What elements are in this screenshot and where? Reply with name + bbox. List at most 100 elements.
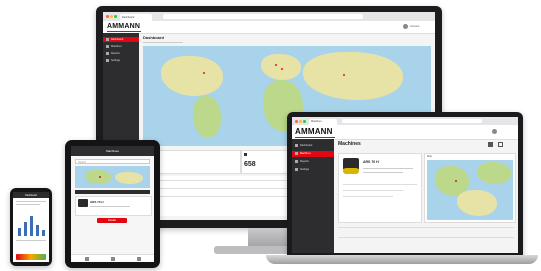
brand-logo: AMMANN (107, 23, 141, 30)
machine-detail-line (363, 172, 403, 173)
land-europe (85, 170, 111, 184)
tablet-screen: Machines Search ARS 70 H Details (71, 146, 154, 262)
chart-bars-icon (106, 51, 109, 55)
phone-bar-chart (16, 210, 46, 236)
stat-value: 658 (244, 161, 256, 168)
chart-bar (24, 222, 27, 236)
app-header: AMMANN (292, 125, 518, 140)
machine-location-map[interactable] (427, 160, 513, 220)
machine-icon (244, 153, 247, 156)
browser-tab[interactable]: Dashboard (120, 14, 152, 21)
sidebar-item-settings[interactable]: Settings (103, 58, 139, 63)
map-pin[interactable] (281, 68, 283, 70)
land-south-america (193, 96, 221, 138)
sidebar-item-machines[interactable]: Machines (292, 151, 334, 157)
window-maximize-dot-icon[interactable] (303, 120, 306, 123)
app-header: AMMANN Account (103, 21, 435, 34)
search-input[interactable]: Search (75, 159, 150, 164)
grid-view-icon[interactable] (488, 142, 493, 147)
address-bar[interactable] (163, 14, 363, 19)
window-minimize-dot-icon[interactable] (299, 120, 302, 123)
user-avatar-icon[interactable] (403, 24, 408, 29)
laptop-base (266, 255, 538, 264)
sidebar-item-label: Reports (300, 160, 309, 163)
sidebar-item-machines[interactable]: Machines (103, 44, 139, 49)
machine-detail-line (343, 184, 417, 185)
sidebar-item-dashboard[interactable]: Dashboard (103, 37, 139, 42)
map-pin[interactable] (99, 176, 101, 178)
window-close-dot-icon[interactable] (295, 120, 298, 123)
laptop-screen: Machines AMMANN Dashboard Machines Repor… (292, 117, 518, 253)
machine-card[interactable]: ARS 70 H (338, 153, 422, 223)
chart-bar (30, 216, 33, 236)
sidebar-item-label: Machines (300, 152, 311, 155)
sidebar-item-label: Reports (111, 52, 120, 55)
sidebar-item-dashboard[interactable]: Dashboard (292, 143, 334, 149)
map-card: Map (424, 153, 516, 223)
roller-machine-icon (78, 199, 88, 207)
land-asia (115, 172, 143, 184)
user-avatar-icon[interactable] (492, 129, 497, 134)
table-row[interactable] (338, 227, 514, 228)
grid-icon (295, 143, 298, 147)
sidebar: Dashboard Machines Reports Settings (292, 139, 334, 253)
sidebar-item-label: Dashboard (300, 144, 313, 147)
sidebar-item-reports[interactable]: Reports (292, 159, 334, 165)
brand-logo-underline (107, 31, 141, 32)
settings-icon[interactable] (137, 257, 141, 261)
sidebar-item-reports[interactable]: Reports (103, 51, 139, 56)
map-pin[interactable] (203, 72, 205, 74)
roller-machine-icon (295, 151, 298, 155)
page-title: Dashboard (143, 35, 164, 40)
list-icon[interactable] (111, 257, 115, 261)
land-africa (457, 190, 497, 216)
page-title: Machines (338, 141, 361, 147)
phone-text-line (16, 204, 40, 205)
sidebar-item-label: Settings (300, 168, 310, 171)
window-close-dot-icon[interactable] (106, 15, 109, 18)
tablet-title: Machines (106, 149, 119, 153)
chart-bar (36, 225, 39, 236)
account-label[interactable]: Account (410, 25, 419, 28)
land-asia (477, 162, 511, 184)
table-row[interactable] (338, 237, 514, 238)
map-pin[interactable] (275, 64, 277, 66)
filter-row (143, 42, 183, 43)
sidebar-item-label: Dashboard (111, 38, 124, 41)
address-bar[interactable] (342, 119, 482, 123)
status-gradient-bar (16, 254, 46, 260)
map-pin[interactable] (343, 74, 345, 76)
roller-drum (343, 168, 359, 174)
machine-card[interactable]: ARS 70 H (75, 196, 152, 216)
browser-toolbar: Dashboard (103, 12, 435, 21)
phone-title: Dashboard (25, 193, 37, 197)
map-pin[interactable] (455, 180, 457, 182)
sidebar-item-settings[interactable]: Settings (292, 167, 334, 173)
window-minimize-dot-icon[interactable] (110, 15, 113, 18)
window-maximize-dot-icon[interactable] (114, 15, 117, 18)
machine-title: ARS 70 H (363, 160, 379, 164)
home-icon[interactable] (85, 257, 89, 261)
brand-logo-underline (295, 137, 335, 138)
chart-bars-icon (295, 159, 298, 163)
details-button[interactable]: Details (97, 218, 127, 223)
chart-bar (42, 230, 45, 236)
tablet-tabbar[interactable] (75, 190, 150, 194)
gear-icon (295, 167, 298, 171)
grid-icon (106, 37, 109, 41)
land-north-america (161, 56, 223, 96)
chart-bar (18, 228, 21, 236)
map-label: Map (427, 155, 433, 158)
phone-screen: Dashboard (13, 192, 49, 262)
machine-detail-line (343, 196, 393, 197)
sidebar-item-label: Settings (111, 59, 121, 62)
phone-header: Dashboard (13, 192, 49, 198)
sidebar-item-label: Machines (111, 45, 122, 48)
roller-machine-icon (106, 44, 109, 48)
list-view-icon[interactable] (498, 142, 503, 147)
phone-text-line (16, 240, 46, 241)
machine-detail-line (363, 168, 413, 169)
tablet-map[interactable] (75, 166, 150, 188)
phone-text-line (16, 201, 46, 202)
land-europe (261, 54, 301, 80)
